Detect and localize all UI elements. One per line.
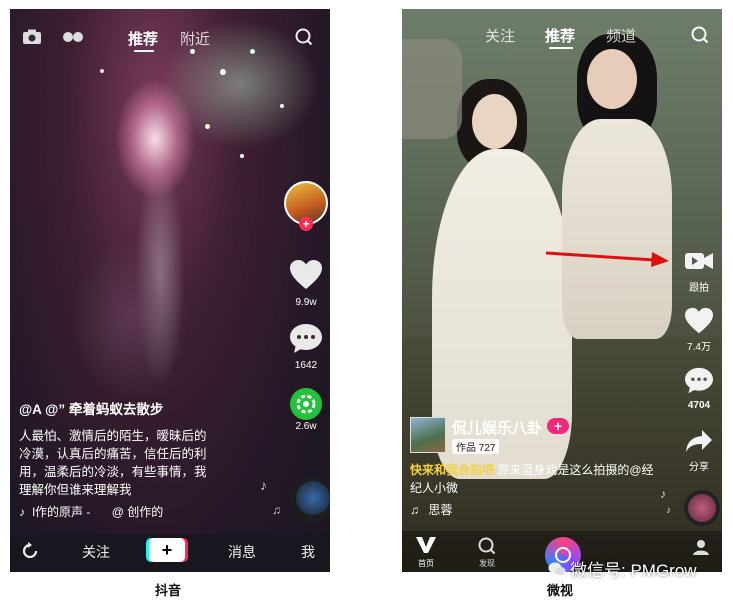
collab-highlight[interactable]: 快来和我合拍吧	[410, 463, 494, 477]
share-arrow-icon[interactable]	[685, 429, 713, 453]
author-avatar[interactable]	[410, 417, 446, 453]
comment-bubble-icon[interactable]	[684, 367, 714, 395]
music-disc-icon[interactable]	[290, 475, 330, 521]
music-source-right: @ 创作的	[111, 505, 164, 519]
like-count: 7.4万	[687, 342, 711, 353]
tab-recommend[interactable]: 推荐	[545, 25, 575, 46]
like-heart-icon[interactable]	[289, 259, 323, 291]
music-note-icon-2: ♪	[660, 487, 666, 501]
nav-follow[interactable]: 关注	[82, 542, 110, 562]
nav-discover-label: 发现	[479, 559, 495, 568]
camera-icon[interactable]	[22, 29, 42, 45]
video-description: 人最怕、激情后的陌生，暧昧后的 冷漠，认真后的痛苦，信任后的利 用，温柔后的冷淡…	[19, 427, 207, 499]
music-note-icon: ♪	[260, 477, 267, 493]
tab-nearby[interactable]: 附近	[180, 28, 210, 49]
desc-line-3: 用，温柔后的冷淡，有些事情，我	[19, 465, 207, 479]
author-name[interactable]: 侃儿娱乐八卦	[452, 417, 542, 438]
nav-home-label: 首页	[418, 559, 434, 568]
music-title: 思蓉	[428, 503, 453, 517]
music-note-icon-2: ♫	[272, 503, 281, 517]
music-note-icon: ♫	[410, 503, 419, 517]
comment-bubble-icon[interactable]	[289, 323, 323, 355]
create-plus-button[interactable]: +	[149, 538, 185, 562]
wechat-watermark: 微信号: PMGrow	[548, 556, 697, 581]
comment-count: 4704	[687, 400, 711, 411]
nav-me[interactable]: 我	[301, 542, 315, 562]
follow-plus-button[interactable]: +	[547, 418, 569, 434]
works-count-badge: 作品 727	[452, 439, 500, 454]
discover-icon[interactable]	[478, 537, 496, 555]
desc-line-1: 人最怕、激情后的陌生，暧昧后的	[19, 429, 207, 443]
red-arrow-annotation	[545, 251, 669, 267]
music-source-left: l作的原声 -	[32, 505, 91, 519]
active-tab-underline	[134, 50, 154, 52]
music-row[interactable]: ♪ l作的原声 - @ 创作的	[19, 503, 163, 520]
share-circle-icon[interactable]	[289, 387, 323, 421]
search-icon[interactable]	[295, 28, 313, 46]
weishi-screen: 关注 推荐 频道 跟拍 7.4万 4704 分享 侃儿娱乐八卦 作品 727 +…	[402, 9, 722, 572]
desc-line-4: 理解你但谁来理解我	[19, 483, 132, 497]
tab-recommend[interactable]: 推荐	[128, 28, 158, 49]
video-description: 快来和我合拍吧 原来湿身戏是这么拍摄的@经	[410, 461, 654, 479]
desc-line-2: 纪人小微	[410, 481, 459, 495]
weishi-caption: 微视	[547, 583, 574, 598]
profile-icon[interactable]	[692, 538, 710, 556]
like-count: 9.9w	[295, 297, 317, 308]
shoot-along-label: 跟拍	[689, 283, 709, 294]
search-icon[interactable]	[691, 26, 709, 44]
share-label: 分享	[689, 462, 709, 473]
share-count: 2.6w	[295, 421, 317, 432]
music-row[interactable]: ♫ 思蓉	[410, 501, 452, 518]
music-note-icon-3: ♪	[666, 505, 671, 516]
like-heart-icon[interactable]	[684, 307, 714, 335]
desc-line-2: 冷漠，认真后的痛苦，信任后的利	[19, 447, 207, 461]
refresh-icon[interactable]	[20, 541, 40, 561]
home-v-icon[interactable]	[415, 536, 437, 554]
wechat-icon	[548, 562, 566, 576]
nav-messages[interactable]: 消息	[228, 542, 256, 562]
tab-channel[interactable]: 频道	[606, 25, 636, 46]
tab-follow[interactable]: 关注	[485, 25, 515, 46]
desc-rest: 原来湿身戏是这么拍摄的@经	[494, 463, 654, 477]
active-tab-underline	[549, 47, 573, 49]
video-camera-icon[interactable]	[684, 250, 714, 272]
music-disc-icon[interactable]	[684, 490, 720, 526]
douyin-screen: 推荐 附近 + 9.9w 1642 2.6w ♪ ♫ @A @” 牵着蚂蚁去散步…	[10, 9, 330, 572]
douyin-logo-icon: ♪	[19, 505, 25, 519]
watermark-text: 微信号: PMGrow	[570, 561, 697, 580]
dual-dot-icon[interactable]	[62, 30, 84, 44]
follow-plus-icon[interactable]: +	[299, 217, 313, 231]
comment-count: 1642	[294, 360, 318, 371]
author-line[interactable]: @A @” 牵着蚂蚁去散步	[19, 401, 163, 419]
douyin-caption: 抖音	[155, 583, 182, 598]
